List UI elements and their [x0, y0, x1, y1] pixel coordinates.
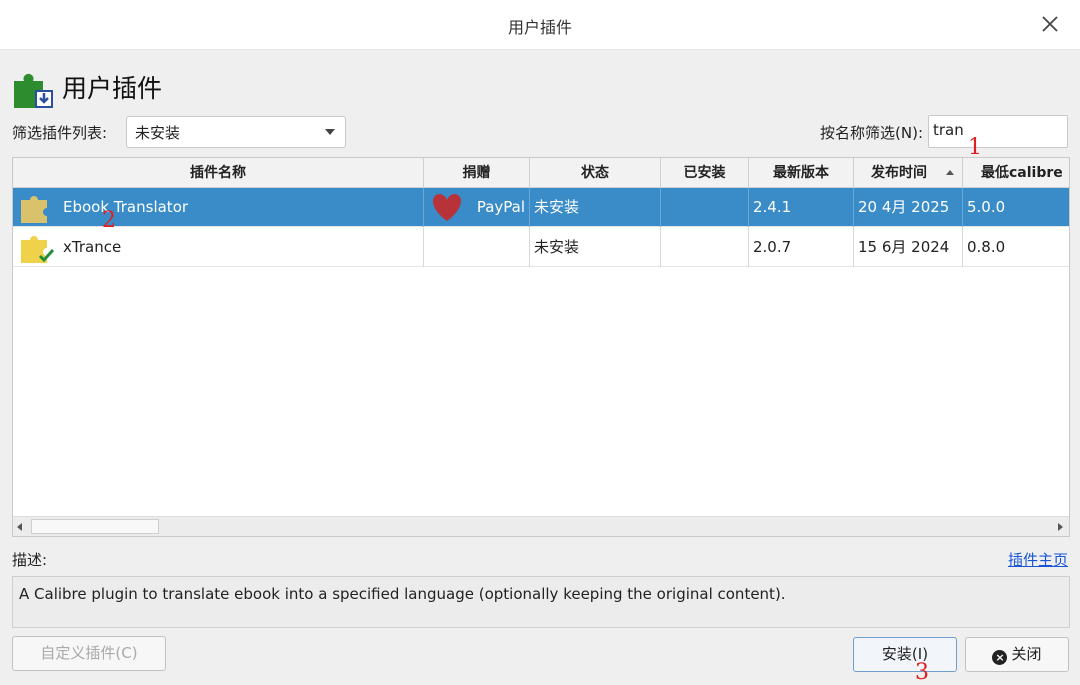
puzzle-piece-check-icon: [21, 236, 55, 263]
close-icon[interactable]: [1038, 12, 1062, 36]
table-header: 插件名称 捐赠 状态 已安装 最新版本 发布时间 最低calibre: [13, 158, 1069, 188]
annotation-marker: 1: [968, 135, 982, 160]
puzzle-piece-download-icon: [14, 73, 53, 108]
filter-selected-value: 未安装: [135, 124, 181, 142]
plugin-name-cell: xTrance: [13, 228, 424, 267]
column-header-status[interactable]: 状态: [530, 158, 661, 188]
page-title: 用户插件: [62, 74, 163, 103]
puzzle-piece-icon: [21, 196, 47, 223]
donate-cell: [424, 228, 530, 267]
installed-cell: [661, 228, 749, 267]
window-title: 用户插件: [507, 18, 572, 37]
customize-plugin-button[interactable]: 自定义插件(C): [12, 636, 166, 671]
scroll-right-icon[interactable]: [1058, 523, 1063, 531]
plugin-name-cell: Ebook Translator: [13, 188, 424, 227]
sort-ascending-icon: [946, 170, 954, 175]
annotation-marker: 3: [915, 660, 929, 685]
description-text: A Calibre plugin to translate ebook into…: [12, 576, 1070, 628]
description-label: 描述:: [12, 551, 48, 569]
min-calibre-cell: 0.8.0: [963, 228, 1069, 267]
table-row[interactable]: xTrance 未安装 2.0.7 15 6月 2024 0.8.0: [13, 228, 1069, 267]
status-cell: 未安装: [530, 188, 661, 227]
column-header-name[interactable]: 插件名称: [13, 158, 424, 188]
heart-icon: [433, 194, 461, 221]
scroll-left-icon[interactable]: [17, 523, 22, 531]
column-header-donate[interactable]: 捐赠: [424, 158, 530, 188]
plugin-name: Ebook Translator: [63, 198, 189, 216]
latest-version-cell: 2.4.1: [749, 188, 854, 227]
close-button[interactable]: × 关闭: [965, 637, 1069, 672]
table-row[interactable]: Ebook Translator PayPal 未安装 2.4.1 20 4月 …: [13, 188, 1069, 227]
chevron-down-icon: [325, 129, 335, 135]
installed-cell: [661, 188, 749, 227]
donate-cell[interactable]: PayPal: [424, 188, 530, 227]
title-bar: 用户插件: [0, 0, 1080, 50]
column-header-latest-version[interactable]: 最新版本: [749, 158, 854, 188]
close-circle-icon: ×: [992, 650, 1008, 665]
plugin-table: 插件名称 捐赠 状态 已安装 最新版本 发布时间 最低calibre Ebook…: [12, 157, 1070, 537]
column-header-min-calibre[interactable]: 最低calibre: [963, 158, 1069, 188]
dialog-heading: 用户插件: [12, 65, 162, 109]
filter-label: 筛选插件列表:: [12, 124, 108, 142]
scrollbar-thumb[interactable]: [31, 519, 159, 534]
name-filter-input[interactable]: tran: [928, 115, 1068, 148]
annotation-marker: 2: [102, 208, 116, 233]
released-cell: 20 4月 2025: [854, 188, 963, 227]
plugin-name: xTrance: [63, 238, 122, 256]
name-filter-label: 按名称筛选(N):: [820, 124, 923, 142]
horizontal-scrollbar[interactable]: [13, 516, 1069, 536]
filter-dropdown[interactable]: 未安装: [126, 116, 346, 148]
close-button-label: 关闭: [1011, 645, 1042, 663]
latest-version-cell: 2.0.7: [749, 228, 854, 267]
install-button[interactable]: 安装(I): [853, 637, 957, 672]
column-header-released[interactable]: 发布时间: [854, 158, 963, 188]
released-cell: 15 6月 2024: [854, 228, 963, 267]
column-header-released-label: 发布时间: [871, 165, 927, 181]
status-cell: 未安装: [530, 228, 661, 267]
donate-link: PayPal: [476, 198, 525, 216]
min-calibre-cell: 5.0.0: [963, 188, 1069, 227]
column-header-installed[interactable]: 已安装: [661, 158, 749, 188]
plugin-homepage-link[interactable]: 插件主页: [1008, 549, 1068, 570]
